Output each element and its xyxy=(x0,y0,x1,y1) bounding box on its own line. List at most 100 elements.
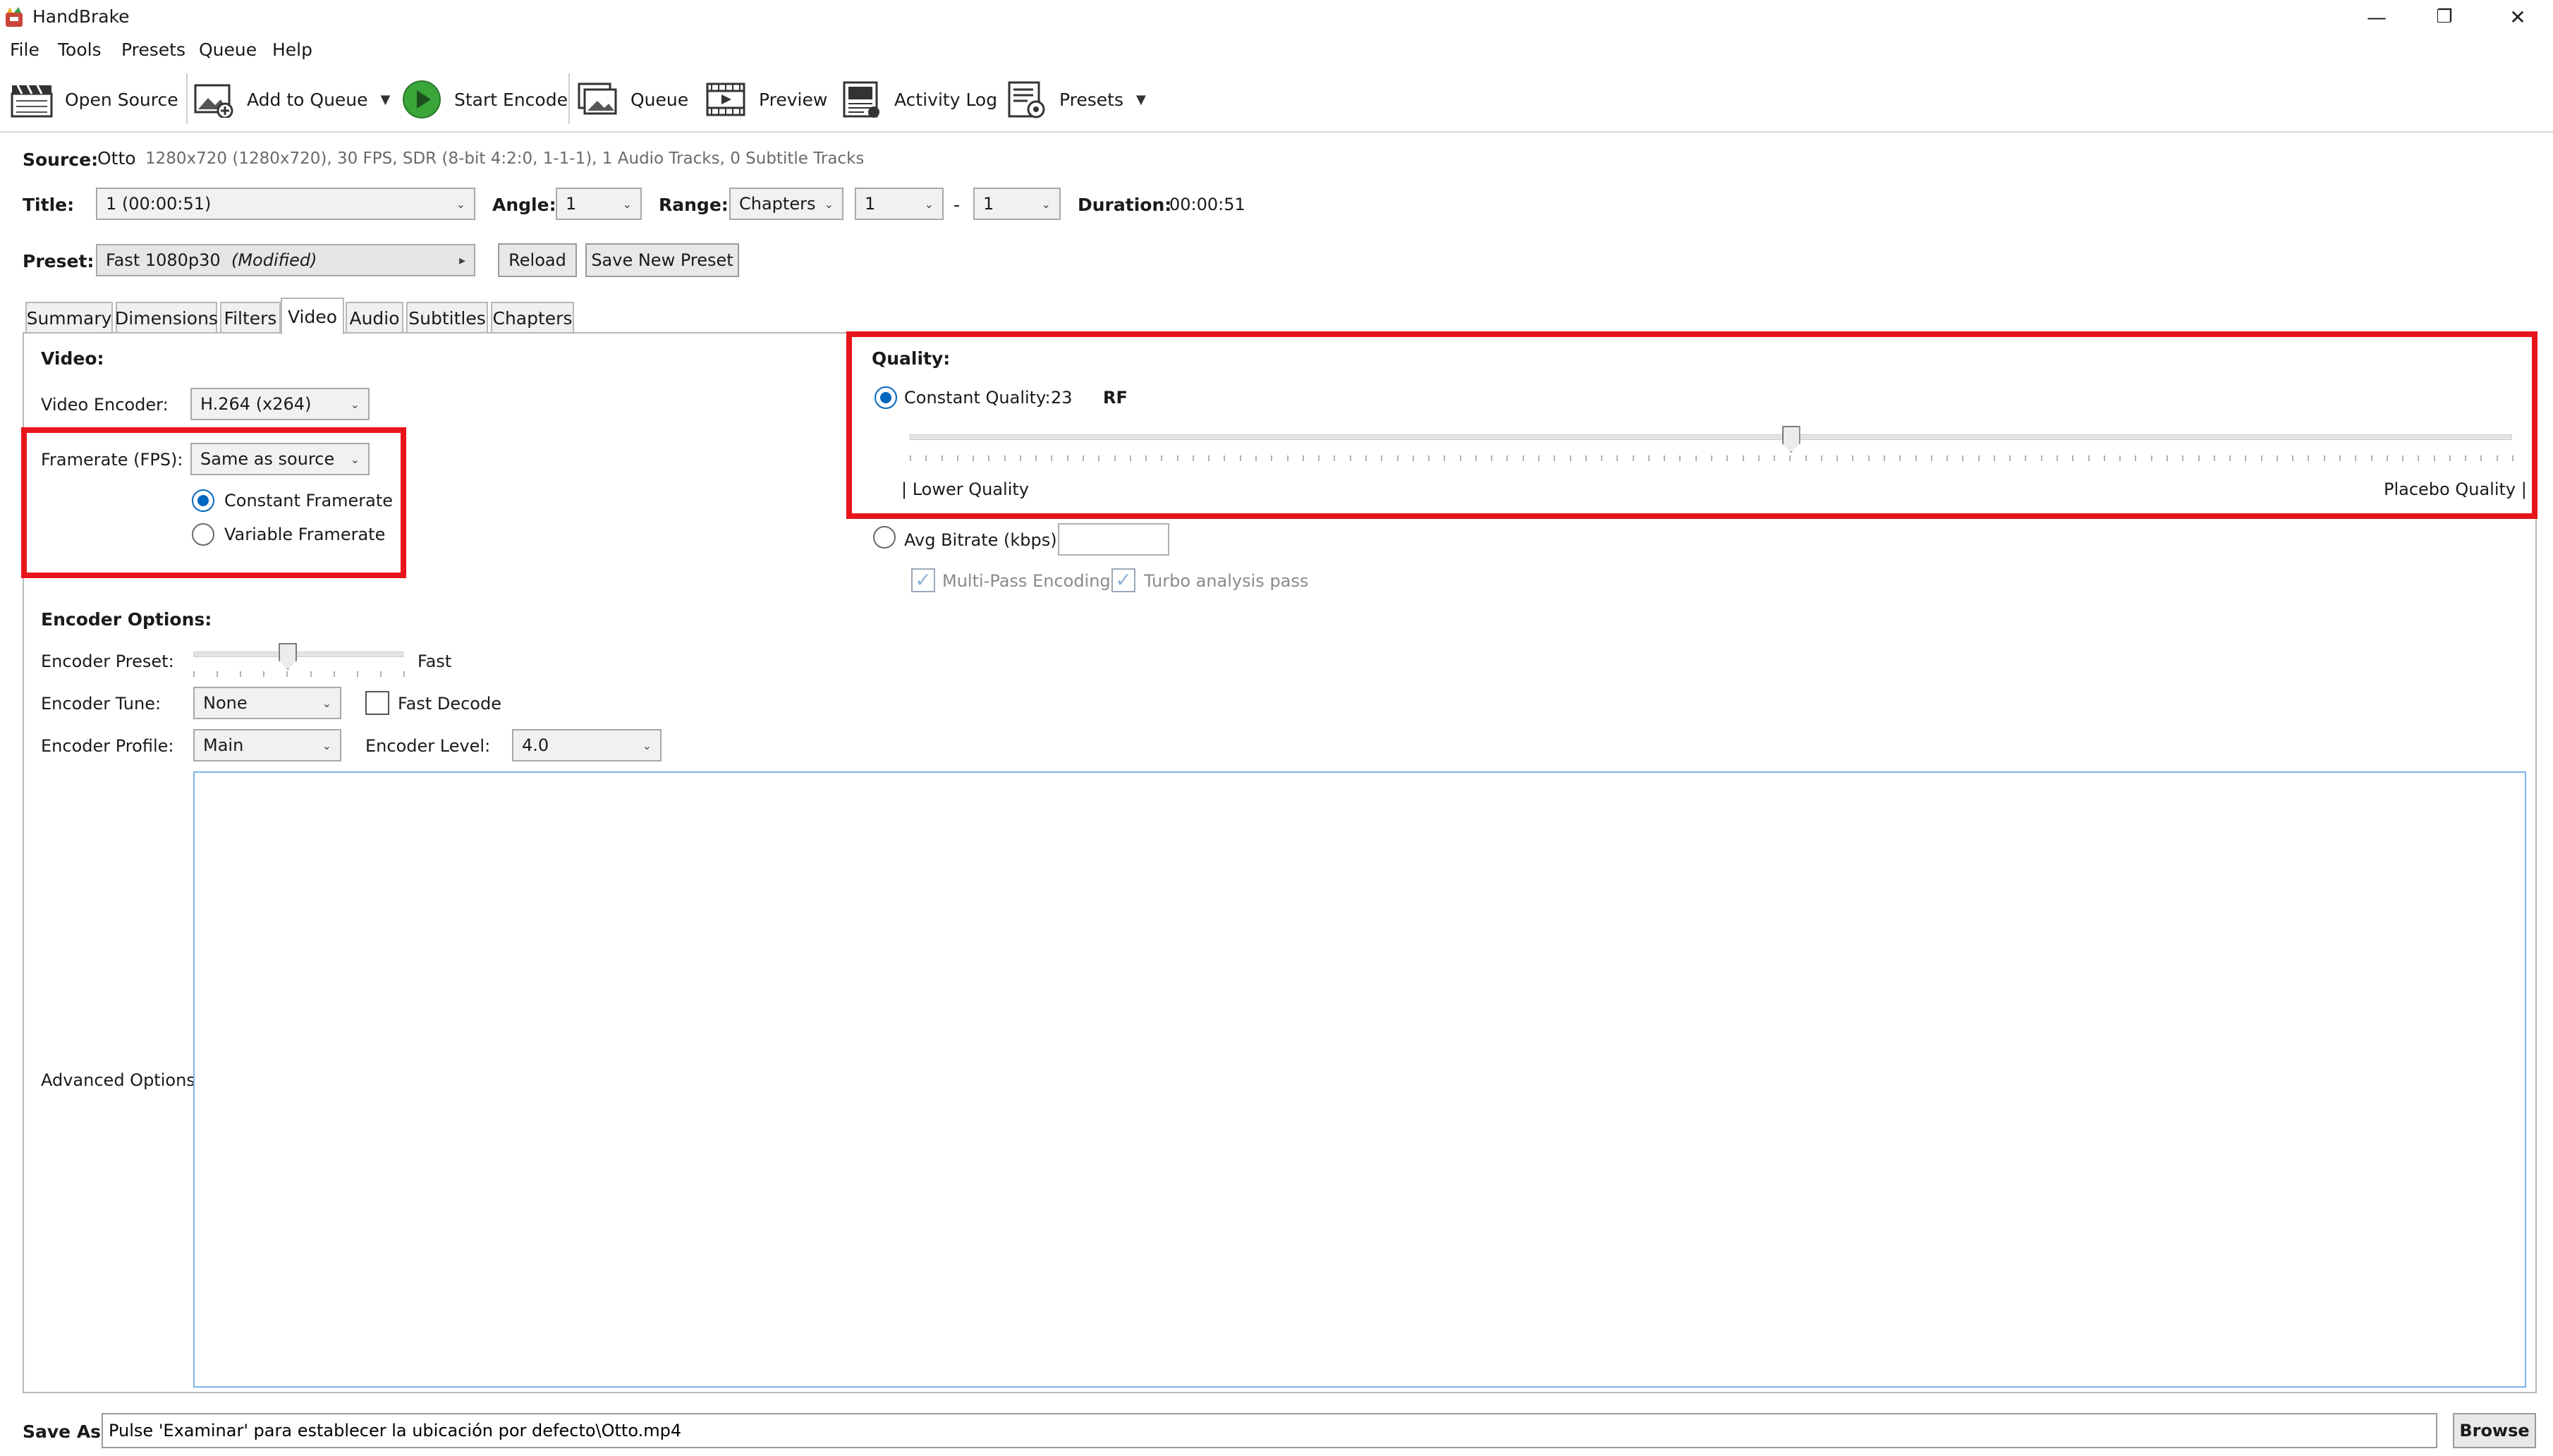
encoder-preset-slider[interactable] xyxy=(193,643,405,677)
slider-tick xyxy=(2150,455,2152,461)
tab-summary[interactable]: Summary xyxy=(25,302,113,333)
start-encode-button[interactable]: Start Encode xyxy=(399,78,568,121)
tab-video[interactable]: Video xyxy=(281,298,344,334)
tab-chapters[interactable]: Chapters xyxy=(491,302,574,333)
variable-framerate-radio[interactable] xyxy=(192,523,214,546)
advanced-options-textarea[interactable] xyxy=(193,771,2526,1388)
slider-tick xyxy=(1726,455,1729,461)
tab-audio[interactable]: Audio xyxy=(346,302,403,333)
add-to-queue-dropdown-icon[interactable]: ▼ xyxy=(381,92,391,107)
slider-tick xyxy=(2229,455,2231,461)
save-as-path-input[interactable] xyxy=(102,1413,2437,1448)
slider-tick xyxy=(2009,455,2011,461)
constant-quality-radio[interactable] xyxy=(875,386,897,409)
slider-tick xyxy=(1271,455,1273,461)
save-new-preset-button[interactable]: Save New Preset xyxy=(585,243,739,277)
slider-tick xyxy=(1647,455,1650,461)
video-encoder-select[interactable]: H.264 (x264) ⌄ xyxy=(190,388,370,420)
add-to-queue-label: Add to Queue xyxy=(247,89,368,110)
slider-tick xyxy=(973,455,975,461)
add-to-queue-button[interactable]: Add to Queue ▼ xyxy=(192,78,390,121)
slider-tick xyxy=(1993,455,1995,461)
browse-button[interactable]: Browse xyxy=(2453,1413,2536,1448)
close-button[interactable]: ✕ xyxy=(2485,0,2550,34)
start-encode-label: Start Encode xyxy=(454,89,568,110)
slider-tick xyxy=(1066,455,1068,461)
video-encoder-label: Video Encoder: xyxy=(41,395,169,415)
avg-bitrate-input[interactable] xyxy=(1058,523,1169,556)
slider-tick xyxy=(1569,455,1571,461)
menu-tools[interactable]: Tools xyxy=(58,39,102,60)
check-icon: ✓ xyxy=(1115,568,1132,592)
preset-modified: (Modified) xyxy=(231,250,317,270)
constant-framerate-radio[interactable] xyxy=(192,489,214,512)
queue-button[interactable]: Queue xyxy=(575,78,688,121)
slider-tick xyxy=(379,671,382,677)
slider-tick xyxy=(2135,455,2137,461)
slider-tick xyxy=(988,455,990,461)
quality-slider[interactable] xyxy=(910,426,2514,461)
slider-tick xyxy=(1381,455,1383,461)
presets-dropdown-icon[interactable]: ▼ xyxy=(1136,92,1146,107)
menu-help[interactable]: Help xyxy=(272,39,312,60)
presets-button[interactable]: Presets ▼ xyxy=(1004,78,1146,121)
close-icon: ✕ xyxy=(2509,5,2526,29)
presets-label: Presets xyxy=(1059,89,1123,110)
title-select[interactable]: 1 (00:00:51) ⌄ xyxy=(96,188,475,220)
slider-tick xyxy=(925,455,927,461)
range-start-select[interactable]: 1 ⌄ xyxy=(855,188,944,220)
slider-tick xyxy=(2496,455,2498,461)
slider-tick xyxy=(2057,455,2059,461)
activity-log-button[interactable]: Activity Log xyxy=(839,78,997,121)
menu-file[interactable]: File xyxy=(10,39,39,60)
framerate-select[interactable]: Same as source ⌄ xyxy=(190,443,370,475)
open-source-button[interactable]: Open Source xyxy=(10,78,178,121)
presets-settings-icon xyxy=(1004,78,1049,121)
encoder-profile-select[interactable]: Main ⌄ xyxy=(193,729,341,761)
fast-decode-checkbox[interactable] xyxy=(365,691,389,715)
menu-queue[interactable]: Queue xyxy=(199,39,257,60)
chevron-right-icon: ▸ xyxy=(458,252,465,268)
title-bar: HandBrake — ❐ ✕ xyxy=(0,0,2553,34)
angle-select[interactable]: 1 ⌄ xyxy=(556,188,642,220)
slider-tick xyxy=(1930,455,1932,461)
slider-tick xyxy=(1867,455,1870,461)
slider-tick xyxy=(2072,455,2074,461)
slider-tick xyxy=(1664,455,1666,461)
encoder-tune-select[interactable]: None ⌄ xyxy=(193,687,341,719)
range-type-select[interactable]: Chapters ⌄ xyxy=(729,188,843,220)
multi-pass-checkbox[interactable]: ✓ xyxy=(911,568,935,592)
turbo-analysis-checkbox[interactable]: ✓ xyxy=(1111,568,1135,592)
slider-tick xyxy=(2418,455,2420,461)
slider-tick xyxy=(1820,455,1822,461)
chevron-down-icon: ⌄ xyxy=(456,197,465,211)
range-end-select[interactable]: 1 ⌄ xyxy=(973,188,1061,220)
slider-tick xyxy=(956,455,958,461)
quality-heading: Quality: xyxy=(872,348,951,369)
minimize-icon: — xyxy=(2367,5,2387,29)
tab-dimensions[interactable]: Dimensions xyxy=(115,302,218,333)
encoder-preset-slider-thumb[interactable] xyxy=(279,643,298,670)
slider-tick xyxy=(1035,455,1037,461)
placebo-quality-label: Placebo Quality | xyxy=(2384,479,2527,499)
restore-button[interactable]: ❐ xyxy=(2412,0,2477,34)
tab-subtitles[interactable]: Subtitles xyxy=(406,302,488,333)
slider-tick xyxy=(1884,455,1886,461)
preview-button[interactable]: Preview xyxy=(704,78,827,121)
preset-selector[interactable]: Fast 1080p30 (Modified) ▸ xyxy=(96,244,475,276)
tab-filters[interactable]: Filters xyxy=(220,302,281,333)
minimize-button[interactable]: — xyxy=(2344,0,2409,34)
slider-tick xyxy=(193,671,195,677)
menu-presets[interactable]: Presets xyxy=(121,39,185,60)
slider-tick xyxy=(2182,455,2184,461)
quality-slider-thumb[interactable] xyxy=(1781,426,1800,453)
encoder-level-select[interactable]: 4.0 ⌄ xyxy=(512,729,662,761)
activity-log-label: Activity Log xyxy=(894,89,998,110)
chevron-down-icon: ⌄ xyxy=(1041,197,1051,211)
slider-tick xyxy=(1616,455,1619,461)
slider-tick xyxy=(1239,455,1241,461)
avg-bitrate-radio[interactable] xyxy=(873,526,896,549)
slider-tick xyxy=(1836,455,1839,461)
reload-button[interactable]: Reload xyxy=(498,243,577,277)
slider-tick xyxy=(1695,455,1697,461)
